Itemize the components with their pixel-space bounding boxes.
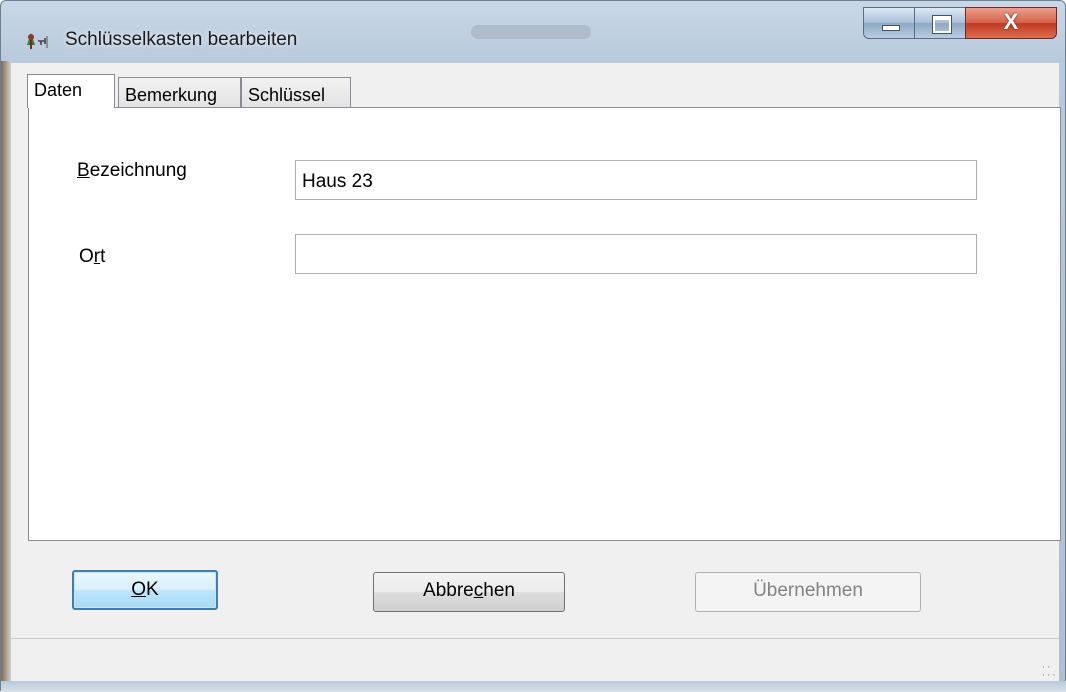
ort-label: Ort bbox=[79, 246, 105, 268]
dialog-window: Schlüsselkasten bearbeiten X Daten Bemer… bbox=[0, 0, 1066, 692]
blurred-background-title bbox=[471, 25, 591, 39]
window-left-border bbox=[1, 61, 11, 681]
status-bar: ·​ · · · · bbox=[11, 638, 1059, 682]
bezeichnung-label: Bezeichnung bbox=[77, 160, 187, 182]
window-title: Schlüsselkasten bearbeiten bbox=[65, 29, 298, 50]
tab-label: Schlüssel bbox=[248, 85, 326, 105]
window-bottom-border bbox=[1, 681, 1066, 692]
bezeichnung-value: Haus 23 bbox=[302, 171, 373, 192]
cancel-mnemonic: c bbox=[473, 580, 484, 601]
minimize-button[interactable] bbox=[863, 7, 915, 39]
tab-label: Bemerkung bbox=[125, 85, 218, 105]
cancel-label-rest: hen bbox=[483, 580, 515, 601]
bezeichnung-label-rest: ezeichnung bbox=[89, 160, 187, 181]
bezeichnung-mnemonic: B bbox=[77, 160, 90, 181]
tab-label: Daten bbox=[34, 80, 83, 100]
ok-label-rest: K bbox=[146, 579, 159, 600]
tab-panel-daten: Bezeichnung Haus 23 Ort bbox=[28, 107, 1061, 541]
cancel-label-pre: Abbre bbox=[423, 580, 474, 601]
close-icon: X bbox=[1003, 9, 1019, 34]
ort-label-rest: t bbox=[100, 246, 106, 267]
apply-button[interactable]: Übernehmen bbox=[695, 572, 921, 612]
title-bar[interactable]: Schlüsselkasten bearbeiten X bbox=[1, 1, 1065, 63]
bezeichnung-field[interactable]: Haus 23 bbox=[295, 160, 977, 200]
tab-daten[interactable]: Daten bbox=[27, 74, 115, 108]
tab-bemerkung[interactable]: Bemerkung bbox=[118, 77, 241, 107]
tab-schluessel[interactable]: Schlüssel bbox=[241, 77, 351, 107]
resize-grip-icon[interactable]: ·​ · · · · bbox=[1041, 660, 1056, 680]
cancel-button[interactable]: Abbrechen bbox=[373, 572, 565, 612]
maximize-button[interactable] bbox=[914, 7, 966, 39]
ort-field[interactable] bbox=[295, 234, 977, 274]
ok-button[interactable]: OK bbox=[72, 570, 218, 610]
ok-mnemonic: O bbox=[131, 579, 147, 600]
app-icon bbox=[21, 27, 61, 51]
minimize-icon bbox=[882, 25, 900, 31]
maximize-icon bbox=[932, 15, 952, 34]
ort-label-first: O bbox=[79, 246, 94, 267]
apply-label: Übernehmen bbox=[753, 580, 863, 601]
close-button[interactable]: X bbox=[965, 7, 1057, 39]
